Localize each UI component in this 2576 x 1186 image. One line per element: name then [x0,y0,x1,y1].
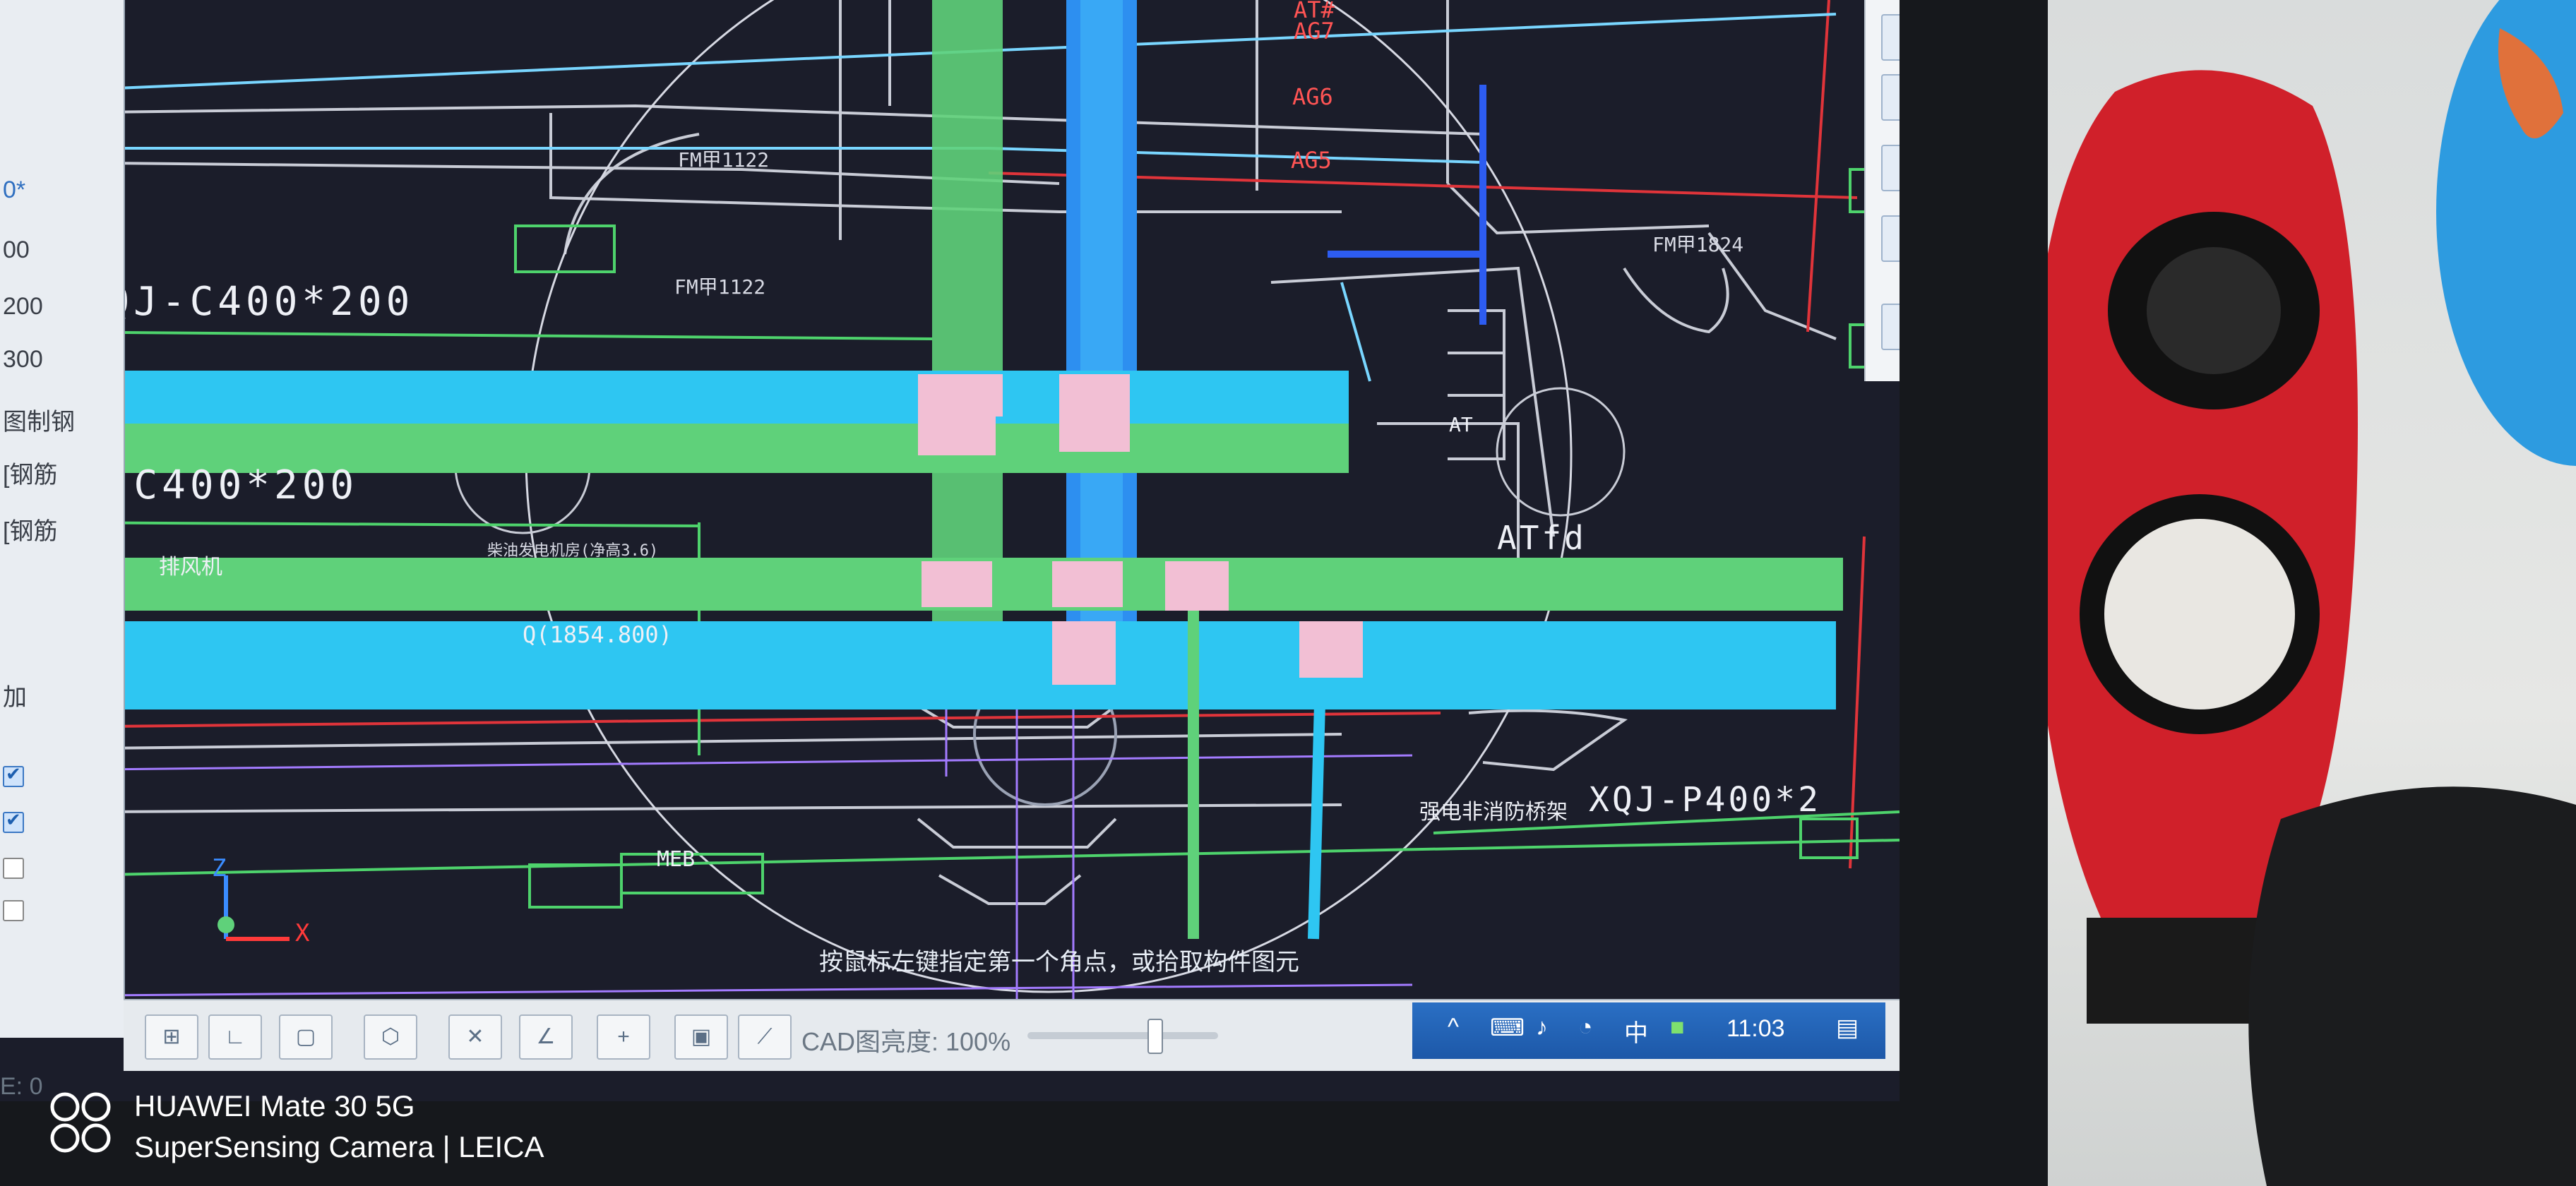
door-label: FM甲1122 [674,275,766,299]
watermark-line-1: HUAWEI Mate 30 5G [134,1089,415,1122]
cross-button[interactable]: ✕ [448,1014,502,1060]
line-button[interactable]: ⟋ [738,1014,792,1060]
panel-item[interactable]: 加 [3,678,27,712]
app-tray-icon[interactable]: ■ [1670,1014,1685,1041]
rect-select-button[interactable]: ▢ [279,1014,333,1060]
keyboard-icon[interactable]: ⌨ [1490,1014,1525,1042]
door-label: FM甲1122 [678,148,770,172]
axis-x-label: X [295,919,310,947]
view-cube-icon[interactable]: ◱ [1881,74,1900,121]
cad-brightness-label: CAD图亮度: 100% [801,1027,1011,1056]
green-duct-vertical [932,0,1003,635]
device-label: ATfd [1497,519,1587,557]
cyan-duct-lower [78,621,1836,709]
angle-button[interactable]: ∠ [519,1014,573,1060]
panel-label: AG5 [1291,147,1332,174]
view-toolstrip: ▭ ◱ ⬢ ⟳ ☰ [1864,0,1900,381]
device-label: AT [1449,413,1473,436]
layer-checkbox[interactable] [3,900,24,921]
panel-item[interactable]: [钢筋 [3,455,57,490]
clock[interactable]: 11:03 [1727,1015,1785,1043]
settings-icon[interactable]: ☰ [1881,304,1900,350]
mouse [2248,786,2576,1186]
rotate-icon[interactable]: ⟳ [1881,215,1900,262]
panel-label: AG6 [1292,83,1333,110]
brightness-slider[interactable] [1027,1032,1218,1039]
axis-z-label: Z [212,854,227,882]
volume-icon[interactable]: ♪ [1536,1014,1548,1041]
monitor-screen: FM甲1122 FM甲1122 FM甲1824 AT# AG7 AG6 AG5 … [0,0,1900,1101]
wifi-icon[interactable]: ◔ [1578,1014,1593,1041]
cable-tray-label: XQJ-P400*2 [1589,780,1821,820]
watermark-line-2: SuperSensing Camera | LEICA [134,1130,544,1163]
cyan-duct-upper [49,371,1349,424]
ime-indicator[interactable]: 中 [1624,1014,1648,1048]
chevron-up-icon[interactable]: ^ [1448,1014,1459,1041]
layer-checkbox[interactable] [3,858,24,879]
command-prompt: 按鼠标左键指定第一个角点，或拾取构件图元 [819,949,1299,976]
windows-taskbar: ^ ⌨ ♪ ◔ 中 ■ 11:03 ▤ [1412,1002,1885,1059]
plus-button[interactable]: + [597,1014,650,1060]
layer-checkbox[interactable] [3,763,24,787]
ortho-button[interactable]: ∟ [208,1014,262,1060]
panel-item[interactable]: [钢筋 [3,512,57,546]
notification-icon[interactable]: ▤ [1836,1014,1859,1042]
room-note: 柴油发电机房(净高3.6) [487,542,659,560]
panel-item[interactable]: 图制钢 [3,402,75,437]
globe [2436,0,2576,466]
panel-item[interactable]: 0* [3,176,25,204]
panel-item[interactable]: 200 [3,293,43,321]
panel-label: AG7 [1294,18,1335,44]
view-2d-icon[interactable]: ▭ [1881,14,1900,61]
brightness-slider-thumb[interactable] [1147,1019,1163,1054]
3d-view-button[interactable]: ⬡ [364,1014,417,1060]
device-label: MEB [657,847,696,872]
coordinate-readout: E: 0 [0,1073,43,1100]
leica-logo-icon [50,1092,111,1153]
layer-button[interactable]: ▣ [674,1014,728,1060]
layer-checkbox[interactable] [3,809,24,833]
door-label: FM甲1824 [1652,233,1744,256]
snap-button[interactable]: ⊞ [145,1014,198,1060]
elevation-label: Q(1854.800) [523,621,672,648]
view-3d-icon[interactable]: ⬢ [1881,145,1900,191]
cad-canvas[interactable] [0,0,1900,1059]
cable-tray-label: 强电非消防桥架 [1419,800,1568,825]
panel-item[interactable]: 00 [3,236,30,264]
panel-item[interactable]: 300 [3,346,43,373]
room-label: 排风机 [159,555,222,580]
left-property-panel[interactable]: 0* 00 200 300 图制钢 [钢筋 [钢筋 加 [0,0,125,1038]
